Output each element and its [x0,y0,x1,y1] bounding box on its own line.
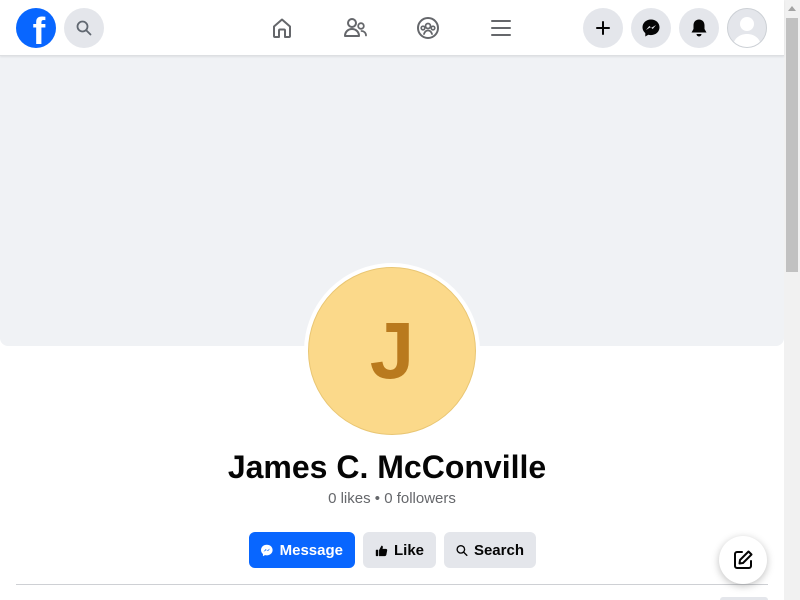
friends-icon [344,18,367,37]
message-button[interactable]: Message [249,532,355,568]
caret-up-icon [788,6,796,11]
nav-home[interactable] [266,12,298,44]
search-profile-button[interactable]: Search [444,532,536,568]
facebook-logo-letter: f [32,11,46,48]
search-icon [456,544,468,556]
avatar-icon [733,17,761,47]
thumbs-up-icon [375,545,388,556]
account-avatar-button[interactable] [727,8,767,48]
profile-initial: J [369,306,415,395]
menu-icon [491,20,511,36]
facebook-logo[interactable]: f [16,8,56,48]
new-message-button[interactable] [719,536,767,584]
home-icon [273,18,291,38]
message-button-label: Message [279,541,343,559]
search-icon [76,20,92,36]
scrollbar-thumb[interactable] [786,18,798,272]
scroll-up-arrow[interactable] [784,0,800,16]
compose-icon [734,550,753,569]
plus-icon [596,21,610,35]
like-button[interactable]: Like [363,532,436,568]
search-button-label: Search [473,541,524,559]
nav-friends[interactable] [339,12,371,44]
top-navigation-bar: f [0,0,784,56]
profile-name: James C. McConville [227,449,547,485]
notifications-button[interactable] [679,8,719,48]
section-divider [16,584,768,585]
create-button[interactable] [583,8,623,48]
search-button[interactable] [64,8,104,48]
messenger-icon [261,544,273,556]
nav-menu[interactable] [485,12,517,44]
profile-stats: 0 likes • 0 followers [328,490,456,507]
profile-picture-circle: J [308,267,476,435]
messenger-button[interactable] [631,8,671,48]
profile-actions: Message Like Search [249,532,536,568]
messenger-icon [642,19,660,37]
nav-groups[interactable] [412,12,444,44]
groups-icon [417,17,439,39]
profile-picture[interactable]: J [304,263,480,439]
like-button-label: Like [393,541,424,559]
bell-icon [691,19,707,37]
